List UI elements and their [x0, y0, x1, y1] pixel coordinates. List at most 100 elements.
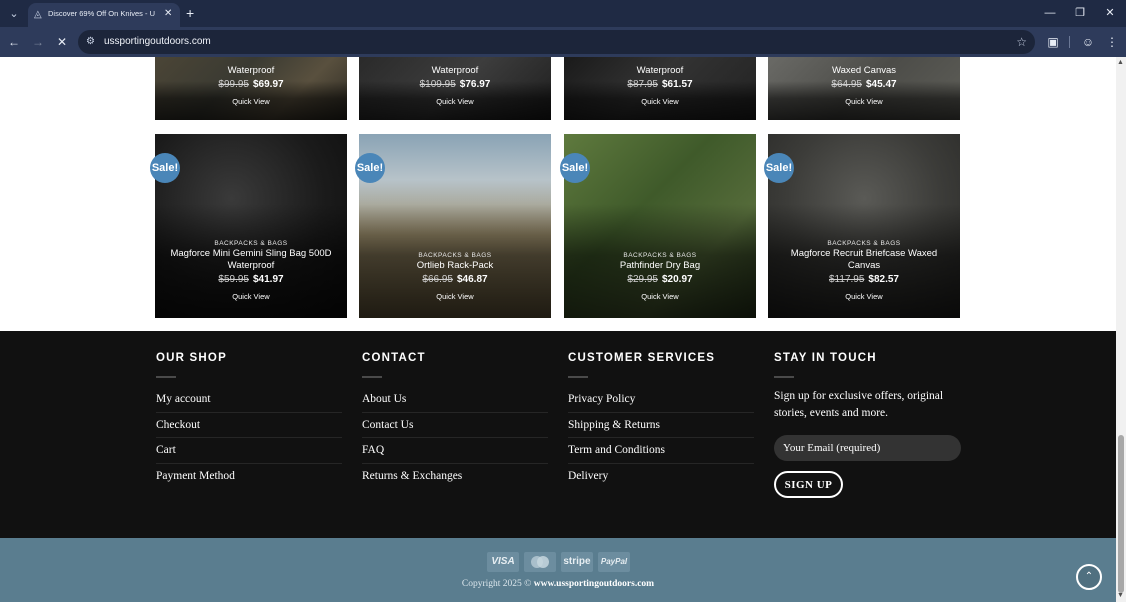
- product-category[interactable]: BACKPACKS & BAGS: [564, 251, 756, 260]
- product-name[interactable]: Waxed Canvas: [768, 65, 960, 77]
- sale-badge: Sale!: [355, 153, 385, 183]
- arrow-right-icon[interactable]: →: [29, 33, 47, 51]
- product-card[interactable]: Waterproof $109.95 $76.97 Quick View: [359, 57, 551, 120]
- plus-icon[interactable]: +: [186, 5, 194, 21]
- product-name[interactable]: Magforce Recruit Briefcase Waxed Canvas: [768, 248, 960, 272]
- footer-heading: OUR SHOP: [156, 352, 227, 364]
- copyright-site-link[interactable]: www.ussportingoutdoors.com: [534, 579, 654, 589]
- close-icon[interactable]: ✕: [164, 7, 172, 21]
- quick-view-button[interactable]: Quick View: [359, 97, 551, 107]
- footer-link-checkout[interactable]: Checkout: [156, 413, 342, 438]
- product-card[interactable]: BACKPACKS & BAGS Pathfinder Dry Bag $29.…: [564, 134, 756, 318]
- site-footer: OUR SHOP My account Checkout Cart Paymen…: [0, 331, 1116, 539]
- footer-link-faq[interactable]: FAQ: [362, 438, 548, 464]
- quick-view-button[interactable]: Quick View: [564, 292, 756, 302]
- heading-divider: [774, 376, 794, 378]
- quick-view-button[interactable]: Quick View: [359, 292, 551, 302]
- footer-link-my-account[interactable]: My account: [156, 387, 342, 413]
- product-name[interactable]: Pathfinder Dry Bag: [564, 260, 756, 272]
- close-icon[interactable]: ✕: [53, 33, 71, 51]
- heading-divider: [362, 376, 382, 378]
- footer-heading: CUSTOMER SERVICES: [568, 352, 716, 364]
- tab-title: Discover 69% Off On Knives - U: [48, 9, 155, 18]
- product-category[interactable]: BACKPACKS & BAGS: [359, 251, 551, 260]
- product-card[interactable]: Waterproof $99.95 $69.97 Quick View: [155, 57, 347, 120]
- sale-price: $20.97: [662, 274, 693, 285]
- minimize-icon[interactable]: —: [1040, 5, 1060, 21]
- product-card[interactable]: BACKPACKS & BAGS Magforce Recruit Briefc…: [768, 134, 960, 318]
- newsletter-text: Sign up for exclusive offers, original s…: [774, 390, 944, 419]
- old-price: $66.95: [422, 274, 453, 285]
- footer-link-returns[interactable]: Returns & Exchanges: [362, 464, 548, 490]
- product-card[interactable]: BACKPACKS & BAGS Magforce Mini Gemini Sl…: [155, 134, 347, 318]
- chevron-down-icon[interactable]: ⌄: [4, 4, 24, 24]
- footer-link-shipping-returns[interactable]: Shipping & Returns: [568, 413, 754, 438]
- quick-view-button[interactable]: Quick View: [155, 292, 347, 302]
- heading-divider: [568, 376, 588, 378]
- sale-price: $82.57: [868, 274, 899, 285]
- footer-link-delivery[interactable]: Delivery: [568, 464, 754, 490]
- browser-tab-strip: ⌄ ◬ Discover 69% Off On Knives - U ✕ + —…: [0, 0, 1126, 27]
- stripe-icon: stripe: [561, 552, 593, 572]
- sale-badge: Sale!: [764, 153, 794, 183]
- scroll-up-icon[interactable]: ▲: [1117, 59, 1124, 67]
- sale-badge: Sale!: [560, 153, 590, 183]
- quick-view-button[interactable]: Quick View: [155, 97, 347, 107]
- old-price: $59.95: [218, 274, 249, 285]
- url-text[interactable]: ussportingoutdoors.com: [104, 35, 211, 49]
- footer-link-about-us[interactable]: About Us: [362, 387, 548, 413]
- chevron-up-icon[interactable]: ⌃: [1076, 564, 1102, 590]
- toolbar-divider: [1069, 36, 1070, 48]
- scrollbar-thumb[interactable]: [1118, 435, 1124, 593]
- footer-link-cart[interactable]: Cart: [156, 438, 342, 464]
- product-card[interactable]: Waxed Canvas $64.95 $45.47 Quick View: [768, 57, 960, 120]
- copyright-prefix: Copyright 2025 ©: [461, 579, 534, 589]
- product-name[interactable]: Waterproof: [564, 65, 756, 77]
- copyright-bar: VISA stripe PayPal Copyright 2025 © www.…: [0, 538, 1116, 602]
- product-category[interactable]: BACKPACKS & BAGS: [768, 239, 960, 248]
- scroll-down-icon[interactable]: ▼: [1117, 592, 1124, 600]
- old-price: $87.95: [627, 79, 658, 90]
- page-viewport: Waterproof $99.95 $69.97 Quick View Water…: [0, 57, 1116, 602]
- footer-link-contact-us[interactable]: Contact Us: [362, 413, 548, 438]
- address-bar[interactable]: ⚙ ussportingoutdoors.com ☆: [78, 30, 1035, 54]
- newsletter-email-input[interactable]: [774, 435, 961, 461]
- more-vertical-icon[interactable]: ⋮: [1103, 33, 1121, 51]
- footer-link-terms[interactable]: Term and Conditions: [568, 438, 754, 464]
- footer-link-privacy-policy[interactable]: Privacy Policy: [568, 387, 754, 413]
- sale-price: $76.97: [459, 79, 491, 90]
- quick-view-button[interactable]: Quick View: [768, 97, 960, 107]
- product-category[interactable]: BACKPACKS & BAGS: [155, 239, 347, 248]
- product-card[interactable]: Waterproof $87.95 $61.57 Quick View: [564, 57, 756, 120]
- copyright-text: Copyright 2025 © www.ussportingoutdoors.…: [0, 579, 1116, 589]
- quick-view-button[interactable]: Quick View: [768, 292, 960, 302]
- old-price: $64.95: [831, 79, 862, 90]
- product-card[interactable]: BACKPACKS & BAGS Ortlieb Rack-Pack $66.9…: [359, 134, 551, 318]
- sale-price: $69.97: [253, 79, 284, 90]
- product-name[interactable]: Ortlieb Rack-Pack: [359, 260, 551, 272]
- puzzle-icon[interactable]: ▣: [1044, 33, 1062, 51]
- quick-view-button[interactable]: Quick View: [564, 97, 756, 107]
- mastercard-icon: [524, 552, 556, 572]
- sale-badge: Sale!: [150, 153, 180, 183]
- sign-up-button[interactable]: SIGN UP: [774, 471, 843, 498]
- footer-link-payment-method[interactable]: Payment Method: [156, 464, 342, 490]
- site-favicon-icon: ◬: [34, 9, 42, 20]
- product-name[interactable]: Waterproof: [359, 65, 551, 77]
- browser-tab[interactable]: ◬ Discover 69% Off On Knives - U ✕: [28, 3, 180, 27]
- old-price: $117.95: [829, 274, 865, 285]
- restore-icon[interactable]: ❐: [1070, 5, 1090, 21]
- sale-price: $41.97: [253, 274, 284, 285]
- sale-price: $61.57: [662, 79, 693, 90]
- paypal-icon: PayPal: [598, 552, 630, 572]
- sale-price: $45.47: [866, 79, 897, 90]
- tune-icon[interactable]: ⚙: [86, 35, 95, 49]
- product-name[interactable]: Magforce Mini Gemini Sling Bag 500D Wate…: [155, 248, 347, 272]
- product-name[interactable]: Waterproof: [155, 65, 347, 77]
- star-icon[interactable]: ☆: [1016, 34, 1027, 50]
- profile-icon[interactable]: ☺: [1079, 33, 1097, 51]
- arrow-left-icon[interactable]: ←: [5, 33, 23, 51]
- old-price: $99.95: [218, 79, 249, 90]
- close-icon[interactable]: ✕: [1100, 5, 1120, 21]
- page-scrollbar[interactable]: ▲ ▼: [1116, 57, 1126, 602]
